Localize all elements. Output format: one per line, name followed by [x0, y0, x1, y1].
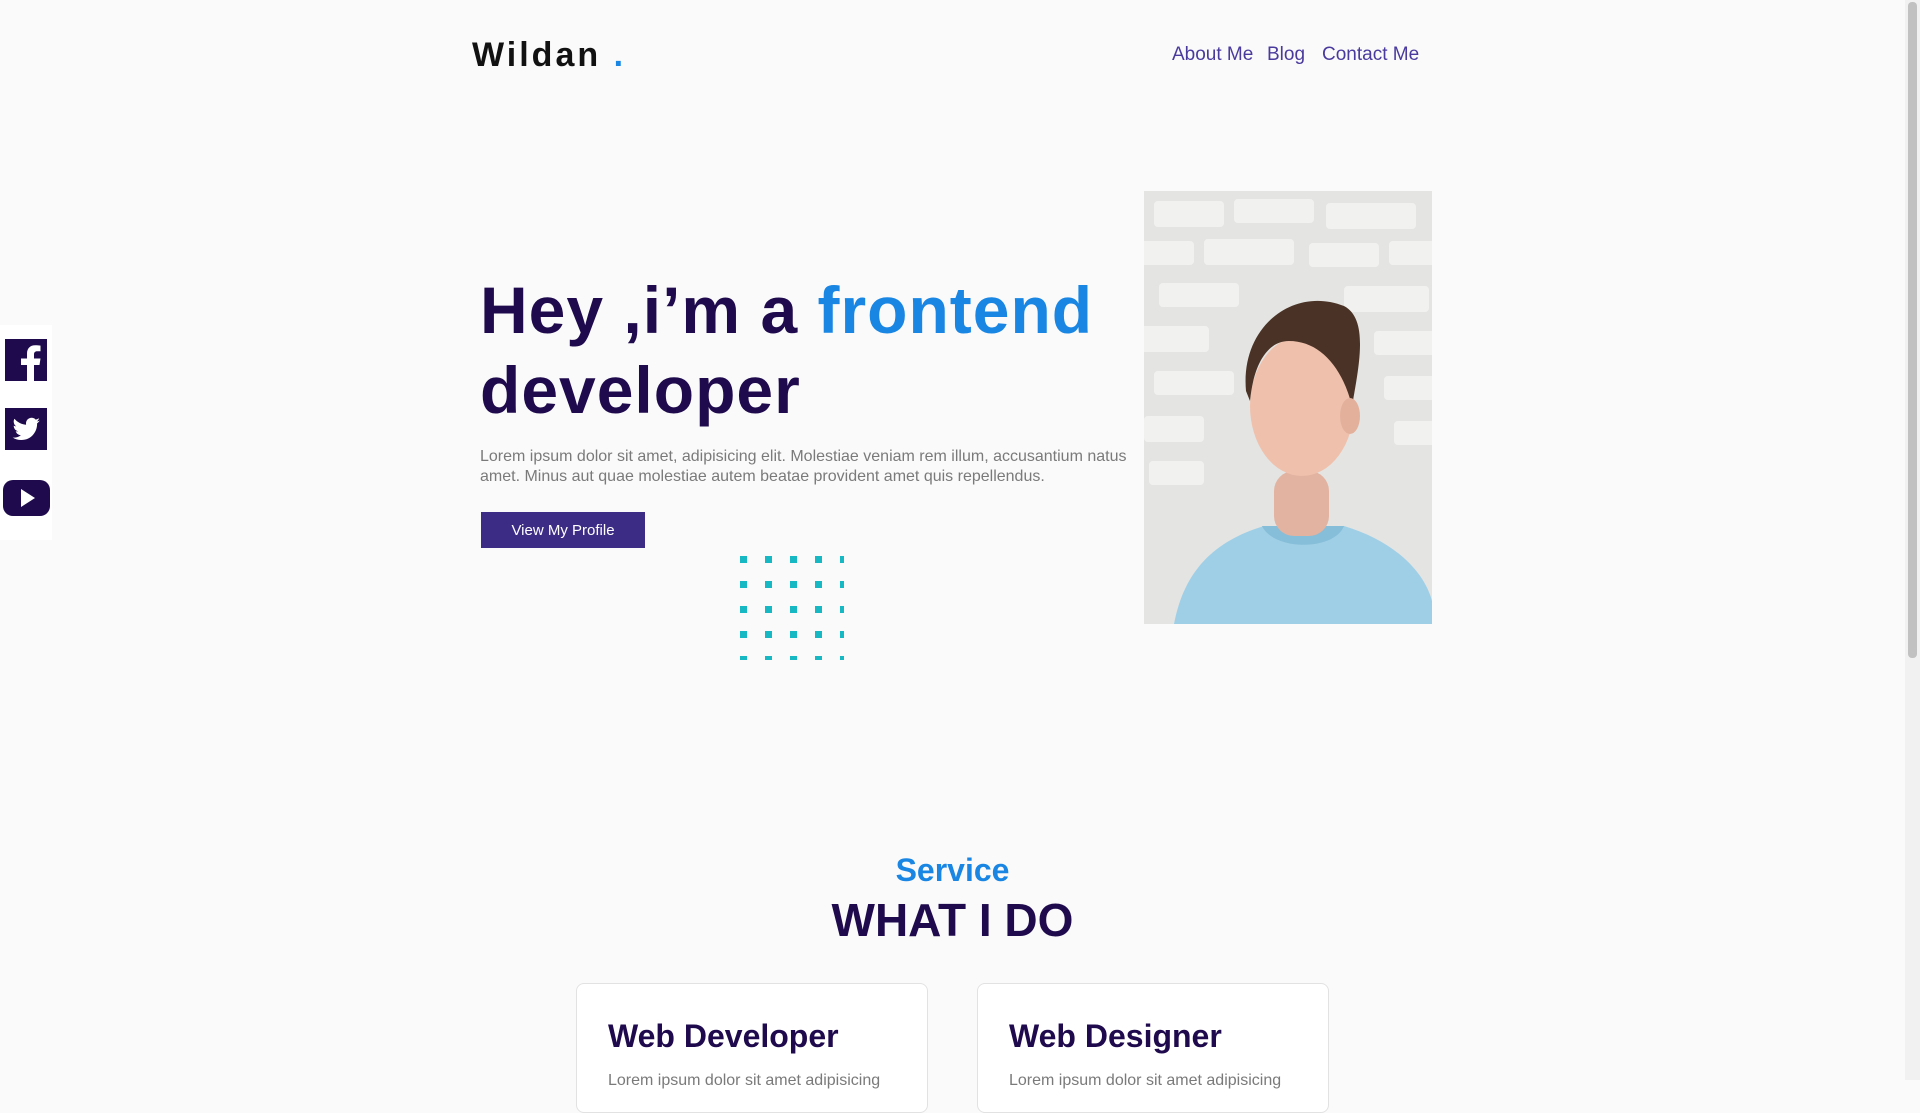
- youtube-icon[interactable]: [3, 477, 50, 519]
- view-profile-button[interactable]: View My Profile: [481, 512, 645, 548]
- page-scrollbar-thumb[interactable]: [1908, 2, 1917, 658]
- hero-title-accent: frontend: [817, 273, 1094, 347]
- social-sidebar: [0, 325, 52, 540]
- service-card-web-developer: Web Developer Lorem ipsum dolor sit amet…: [576, 983, 928, 1113]
- service-card-web-designer: Web Designer Lorem ipsum dolor sit amet …: [977, 983, 1329, 1113]
- service-card-title: Web Designer: [1009, 1018, 1222, 1054]
- nav-contact-me[interactable]: Contact Me: [1322, 44, 1419, 66]
- service-heading: WHAT I DO: [831, 894, 1074, 946]
- hero-title-prefix: Hey ,i’m a: [480, 273, 799, 347]
- facebook-icon[interactable]: [5, 339, 47, 381]
- service-card-text: Lorem ipsum dolor sit amet adipisicing: [1009, 1072, 1282, 1089]
- service-card-title: Web Developer: [608, 1018, 839, 1054]
- service-label: Service: [895, 852, 1010, 888]
- nav-blog[interactable]: Blog: [1267, 44, 1305, 66]
- profile-photo: [1144, 191, 1432, 624]
- nav-about-me[interactable]: About Me: [1172, 44, 1253, 66]
- portfolio-page: Wildan . About Me Blog Contact Me Hey ,i…: [0, 0, 1905, 1113]
- logo-dot: .: [613, 36, 627, 74]
- service-card-text: Lorem ipsum dolor sit amet adipisicing: [608, 1072, 881, 1089]
- decorative-dot-grid: [740, 556, 844, 660]
- hero-description: Lorem ipsum dolor sit amet, adipisicing …: [480, 448, 1127, 485]
- logo-text: Wildan: [472, 36, 602, 74]
- hero-title-suffix: developer: [480, 353, 801, 427]
- twitter-icon[interactable]: [5, 408, 47, 450]
- site-logo[interactable]: Wildan .: [472, 36, 626, 75]
- hero-title: Hey ,i’m a frontend developer: [480, 270, 1120, 430]
